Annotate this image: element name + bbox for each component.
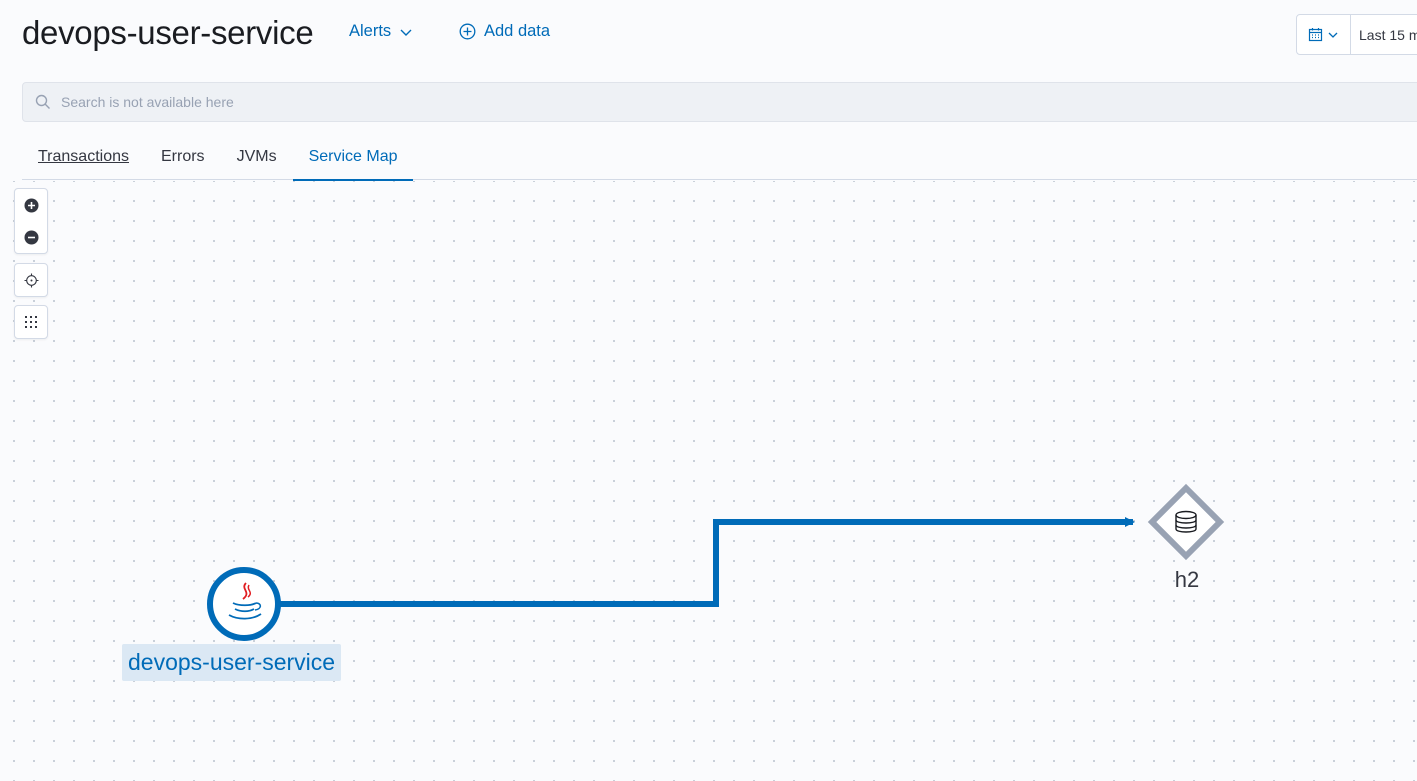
tab-label: JVMs [236, 148, 277, 165]
search-bar [22, 82, 1417, 122]
service-node[interactable] [207, 567, 281, 641]
plus-circle-icon [459, 23, 476, 40]
tab-transactions[interactable]: Transactions [22, 134, 145, 180]
tab-label: Transactions [38, 148, 129, 165]
date-range-text[interactable]: Last 15 m [1351, 27, 1417, 43]
service-map-canvas[interactable]: devops-user-service h2 [0, 181, 1417, 781]
date-picker: Last 15 m [1296, 14, 1417, 55]
page-title: devops-user-service [22, 14, 314, 51]
calendar-icon [1308, 28, 1323, 42]
alerts-label: Alerts [349, 22, 392, 40]
tab-errors[interactable]: Errors [145, 134, 221, 180]
alerts-dropdown[interactable]: Alerts [349, 22, 413, 41]
tab-label: Service Map [308, 148, 398, 165]
tab-label: Errors [161, 148, 205, 165]
tab-service-map[interactable]: Service Map [292, 134, 414, 181]
service-node-label[interactable]: devops-user-service [122, 644, 342, 681]
service-map-graph [207, 483, 1225, 641]
search-icon [35, 94, 50, 109]
date-quick-menu-button[interactable] [1297, 15, 1351, 54]
database-node-label: h2 [1174, 567, 1200, 592]
search-input[interactable] [61, 83, 1417, 121]
add-data-link[interactable]: Add data [459, 22, 550, 41]
connection-edge[interactable] [280, 517, 1135, 607]
chevron-down-icon [400, 29, 412, 36]
tab-jvms[interactable]: JVMs [221, 134, 293, 180]
tab-bar: Transactions Errors JVMs Service Map [22, 134, 1417, 181]
database-node[interactable] [1147, 483, 1225, 561]
add-data-label: Add data [484, 22, 551, 40]
chevron-down-icon [1328, 32, 1338, 38]
